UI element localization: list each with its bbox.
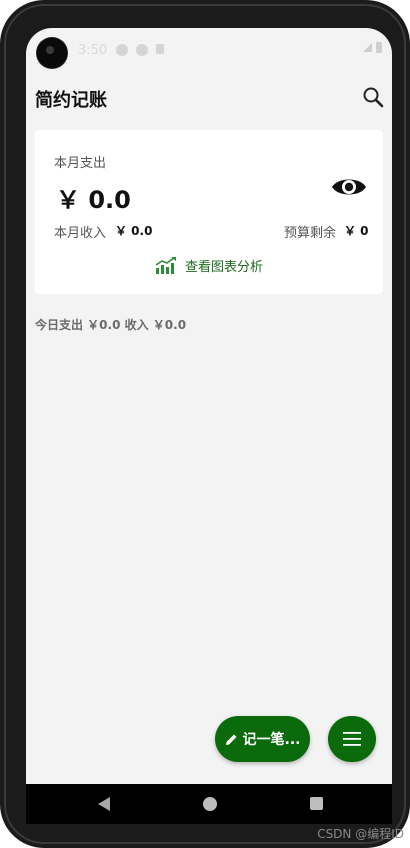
eye-icon [332,179,366,195]
monthly-income-label: 本月收入 [54,226,107,241]
status-notification-icons [116,44,164,56]
back-icon[interactable] [98,797,110,811]
home-icon[interactable] [203,797,217,811]
menu-button[interactable] [328,716,376,762]
monthly-income-value: ￥ 0.0 [115,224,153,238]
system-navigation-bar [26,784,392,824]
add-record-label: 记一笔... [242,732,301,748]
add-record-button[interactable]: 记一笔... [215,716,310,762]
menu-icon [343,732,361,746]
status-time: 3:50 [78,43,108,58]
monthly-summary-card: 本月支出 ￥ 0.0 本月收入 ￥ 0.0 预算剩余 ￥ 0 查看图表分析 [35,130,383,294]
recent-apps-icon[interactable] [310,797,323,810]
view-chart-analysis-label: 查看图表分析 [185,260,264,275]
notification-icon [156,44,164,54]
notification-icon [136,44,148,56]
app-title: 简约记账 [35,90,107,111]
search-icon [363,87,384,108]
status-system-icons [363,42,382,53]
signal-icon [363,43,372,52]
camera-lens [46,46,54,54]
pencil-icon [225,734,237,745]
budget-remaining-value: ￥ 0 [344,224,369,238]
notification-icon [116,44,128,56]
battery-icon [376,42,382,53]
toggle-amount-visibility-button[interactable] [331,174,367,200]
front-camera [37,38,67,68]
monthly-expense-label: 本月支出 [54,156,107,171]
view-chart-analysis-link[interactable]: 查看图表分析 [155,256,263,275]
bar-chart-trend-icon [155,256,176,274]
search-button[interactable] [362,86,384,108]
budget-remaining-label: 预算剩余 [284,226,337,241]
today-summary: 今日支出 ￥0.0 收入 ￥0.0 [35,318,187,332]
app-screen: 3:50 简约记账 本月支出 ￥ 0.0 本月收入 ￥ 0.0 预算剩余 ￥ 0… [26,28,392,784]
watermark: CSDN @编程ID [317,827,404,841]
monthly-expense-amount: ￥ 0.0 [56,186,131,214]
phone-frame: 3:50 简约记账 本月支出 ￥ 0.0 本月收入 ￥ 0.0 预算剩余 ￥ 0… [0,0,410,848]
